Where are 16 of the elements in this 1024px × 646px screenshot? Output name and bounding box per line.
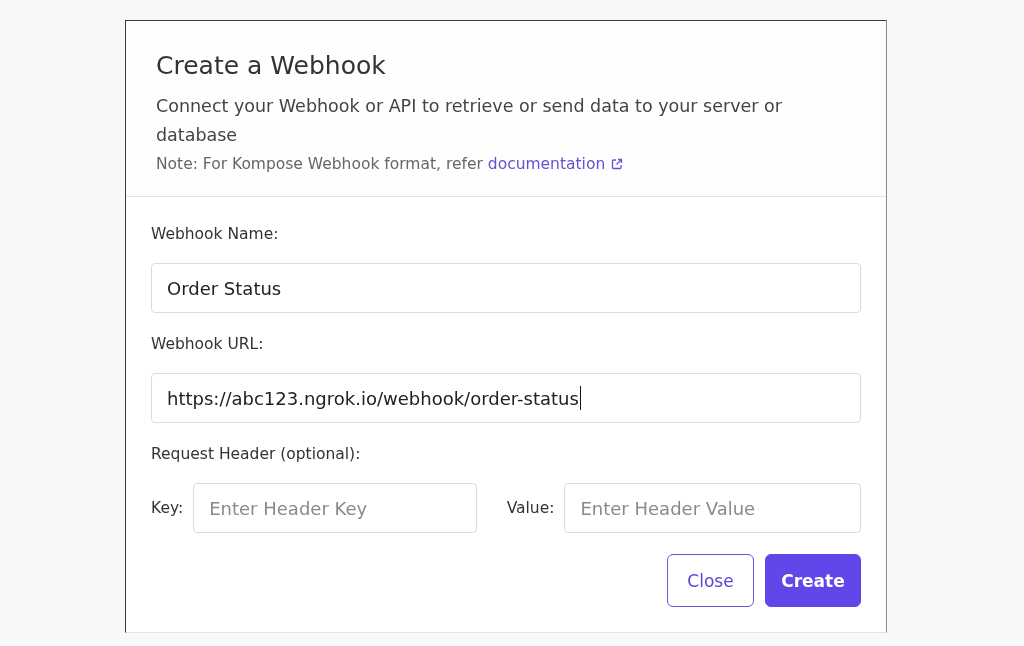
external-link-icon[interactable] [611, 158, 624, 170]
dialog-title: Create a Webhook [156, 50, 387, 82]
field-label: Value: [506, 499, 555, 517]
note-text: Note: For Kompose Webhook format, refer [156, 154, 483, 175]
field-label: Webhook Name: [151, 224, 280, 244]
documentation-link[interactable]: documentation [487, 153, 606, 175]
text-field[interactable]: https://abc123.ngrok.io/webhook/order-status [151, 373, 861, 423]
create-button[interactable]: Create [765, 554, 861, 607]
close-button[interactable]: Close [667, 554, 754, 607]
field-label: Key: [151, 499, 184, 517]
dialog-description: Connect your Webhook or API to retrieve or send data to your server or database [156, 95, 783, 147]
value-field[interactable]: Enter Header Value [564, 483, 861, 533]
section-label: Request Header (optional): [151, 444, 362, 464]
text-field[interactable]: Order Status [151, 263, 861, 313]
field-label: Webhook URL: [151, 334, 265, 354]
key-field[interactable]: Enter Header Key [193, 483, 477, 533]
